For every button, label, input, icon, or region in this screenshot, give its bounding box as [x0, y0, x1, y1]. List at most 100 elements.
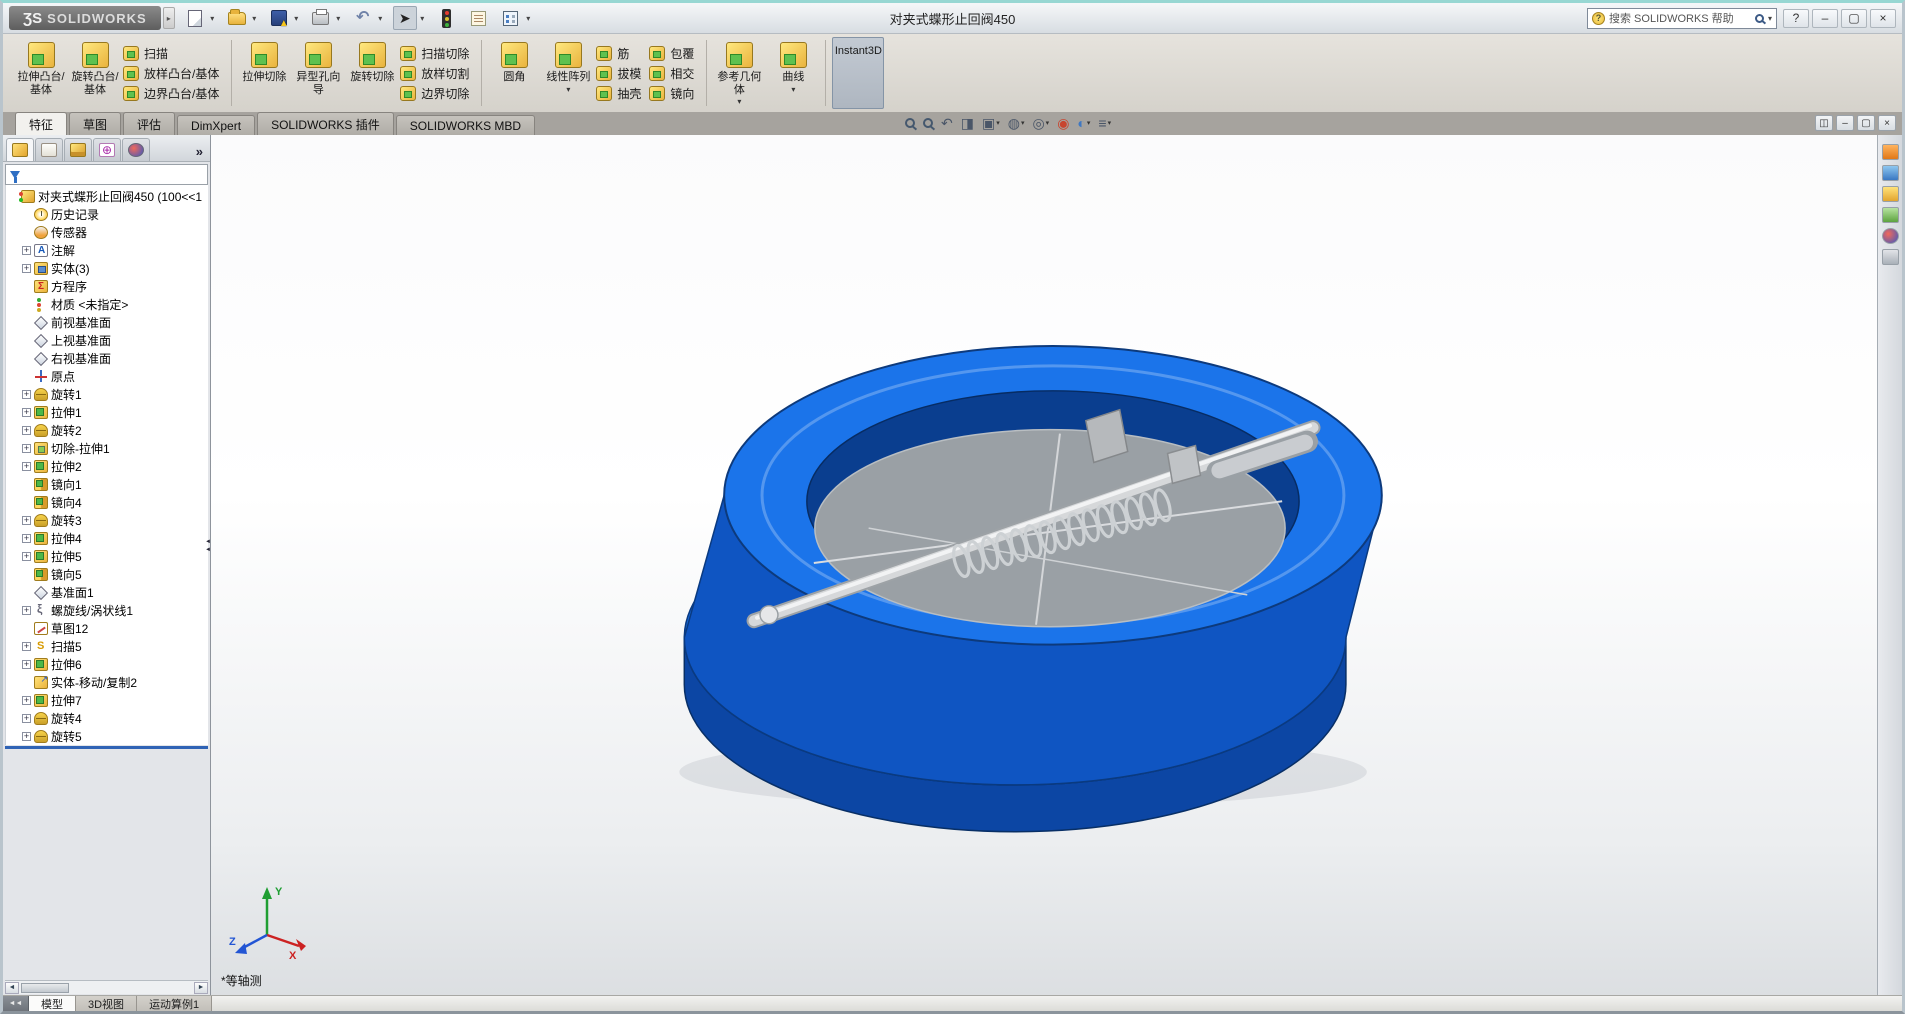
tree-item-15[interactable]: + 拉伸2	[6, 457, 208, 475]
custom-properties-icon[interactable]	[1881, 249, 1899, 265]
draft-button[interactable]: 拔模	[596, 63, 647, 83]
tree-item-23[interactable]: + 螺旋线/涡状线1	[6, 601, 208, 619]
undo-dropdown[interactable]: ▾	[376, 14, 385, 23]
tree-item-21[interactable]: 镜向5	[6, 565, 208, 583]
tab-scroll-left-button[interactable]: ◄◄	[3, 996, 29, 1011]
previous-view-button[interactable]: ↶	[939, 114, 955, 132]
boundary-boss-button[interactable]: 边界凸台/基体	[123, 83, 225, 103]
tree-item-16[interactable]: 镜向1	[6, 475, 208, 493]
curves-button[interactable]: 曲线 ▾	[767, 37, 819, 109]
tree-item-1[interactable]: 历史记录	[6, 205, 208, 223]
tree-item-26[interactable]: + 拉伸6	[6, 655, 208, 673]
tab-solidworks-addins[interactable]: SOLIDWORKS 插件	[257, 112, 394, 135]
tab-evaluate[interactable]: 评估	[123, 112, 176, 135]
extrude-boss-button[interactable]: 拉伸凸台/基体	[15, 37, 67, 109]
select-dropdown[interactable]: ▾	[418, 14, 427, 23]
open-file-dropdown[interactable]: ▾	[250, 14, 259, 23]
edit-appearance-button[interactable]: ◉	[1055, 114, 1071, 132]
wrap-button[interactable]: 包覆	[649, 43, 700, 63]
search-input[interactable]: ? 搜索 SOLIDWORKS 帮助 ▾	[1587, 7, 1777, 29]
tab-features[interactable]: 特征	[15, 112, 68, 135]
restore-doc-button[interactable]: ▢	[1857, 115, 1875, 131]
tree-item-9[interactable]: 右视基准面	[6, 349, 208, 367]
tree-item-6[interactable]: 材质 <未指定>	[6, 295, 208, 313]
scrollbar-thumb[interactable]	[21, 982, 69, 993]
extrude-cut-button[interactable]: 拉伸切除	[238, 37, 290, 109]
tree-item-30[interactable]: + 旋转5	[6, 727, 208, 745]
print-dropdown[interactable]: ▾	[334, 14, 343, 23]
close-doc-button[interactable]: ×	[1878, 115, 1896, 131]
tree-item-7[interactable]: 前视基准面	[6, 313, 208, 331]
view-settings-button[interactable]: ≡ ▾	[1096, 114, 1113, 132]
tree-item-27[interactable]: 实体-移动/复制2	[6, 673, 208, 691]
rebuild-button[interactable]	[435, 6, 459, 30]
search-dropdown-icon[interactable]: ▾	[1768, 14, 1772, 23]
configurationmanager-tab[interactable]	[64, 138, 92, 161]
bottom-tab-model[interactable]: 模型	[29, 996, 76, 1011]
dimxpertmanager-tab[interactable]	[93, 138, 121, 161]
options-button[interactable]	[499, 6, 523, 30]
maximize-button[interactable]: ▢	[1841, 8, 1867, 28]
tree-item-19[interactable]: + 拉伸4	[6, 529, 208, 547]
undo-button[interactable]: ↶	[351, 6, 375, 30]
solidworks-resources-icon[interactable]	[1881, 144, 1899, 160]
displaymanager-tab[interactable]	[122, 138, 150, 161]
tree-item-20[interactable]: + 拉伸5	[6, 547, 208, 565]
print-button[interactable]	[309, 6, 333, 30]
options-dropdown[interactable]: ▾	[524, 14, 533, 23]
reference-geometry-button[interactable]: 参考几何体 ▾	[713, 37, 765, 109]
revolve-boss-button[interactable]: 旋转凸台/基体	[69, 37, 121, 109]
tree-item-10[interactable]: 原点	[6, 367, 208, 385]
tab-solidworks-mbd[interactable]: SOLIDWORKS MBD	[395, 115, 536, 135]
menu-expand-arrow-icon[interactable]: ▸	[162, 7, 175, 29]
graphics-viewport[interactable]: Y X Z *等轴测	[211, 135, 1877, 995]
minimize-button[interactable]: –	[1812, 8, 1838, 28]
tree-item-13[interactable]: + 旋转2	[6, 421, 208, 439]
tree-item-18[interactable]: + 旋转3	[6, 511, 208, 529]
expand-icon[interactable]: +	[22, 713, 31, 723]
minimize-doc-button[interactable]: –	[1836, 115, 1854, 131]
tree-item-8[interactable]: 上视基准面	[6, 331, 208, 349]
tree-item-17[interactable]: 镜向4	[6, 493, 208, 511]
panel-horizontal-scrollbar[interactable]: ◄ ►	[5, 980, 208, 994]
tree-item-24[interactable]: 草图12	[6, 619, 208, 637]
apply-scene-button[interactable]: ◐ ▾	[1075, 114, 1092, 132]
rib-button[interactable]: 筋	[596, 43, 647, 63]
new-file-button[interactable]	[183, 6, 207, 30]
save-dropdown[interactable]: ▾	[292, 14, 301, 23]
split-doc-button[interactable]: ◫	[1815, 115, 1833, 131]
tree-item-5[interactable]: 方程序	[6, 277, 208, 295]
expand-icon[interactable]: +	[22, 641, 31, 651]
featuremanager-tree-tab[interactable]	[6, 138, 34, 161]
expand-icon[interactable]: +	[22, 515, 31, 525]
scroll-left-icon[interactable]: ◄	[5, 981, 19, 994]
tree-item-3[interactable]: + 注解	[6, 241, 208, 259]
tree-item-4[interactable]: + 实体(3)	[6, 259, 208, 277]
tree-item-29[interactable]: + 旋转4	[6, 709, 208, 727]
fillet-button[interactable]: 圆角	[488, 37, 540, 109]
expand-icon[interactable]: +	[22, 407, 31, 417]
display-style-button[interactable]: ◍ ▾	[1006, 114, 1027, 132]
new-file-dropdown[interactable]: ▾	[208, 14, 217, 23]
propertymanager-tab[interactable]	[35, 138, 63, 161]
tree-item-0[interactable]: 对夹式蝶形止回阀450 (100<<1	[6, 187, 208, 205]
expand-icon[interactable]: +	[22, 659, 31, 669]
hide-show-items-button[interactable]: ◎ ▾	[1030, 114, 1051, 132]
expand-icon[interactable]: +	[22, 731, 31, 741]
view-orientation-button[interactable]: ▣ ▾	[980, 114, 1002, 132]
expand-icon[interactable]: +	[22, 389, 31, 399]
expand-icon[interactable]: +	[22, 533, 31, 543]
tree-item-22[interactable]: 基准面1	[6, 583, 208, 601]
loft-boss-button[interactable]: 放样凸台/基体	[123, 63, 225, 83]
zoom-fit-button[interactable]	[903, 117, 917, 129]
revolve-cut-button[interactable]: 旋转切除	[346, 37, 398, 109]
expand-icon[interactable]: +	[22, 551, 31, 561]
expand-icon[interactable]: +	[22, 443, 31, 453]
boundary-cut-button[interactable]: 边界切除	[400, 83, 475, 103]
expand-icon[interactable]: +	[22, 425, 31, 435]
manager-tabs-more[interactable]: »	[196, 144, 207, 161]
file-explorer-icon[interactable]	[1881, 186, 1899, 202]
bottom-tab-3d-views[interactable]: 3D视图	[76, 996, 138, 1011]
expand-icon[interactable]: +	[22, 605, 31, 615]
view-palette-icon[interactable]	[1881, 207, 1899, 223]
